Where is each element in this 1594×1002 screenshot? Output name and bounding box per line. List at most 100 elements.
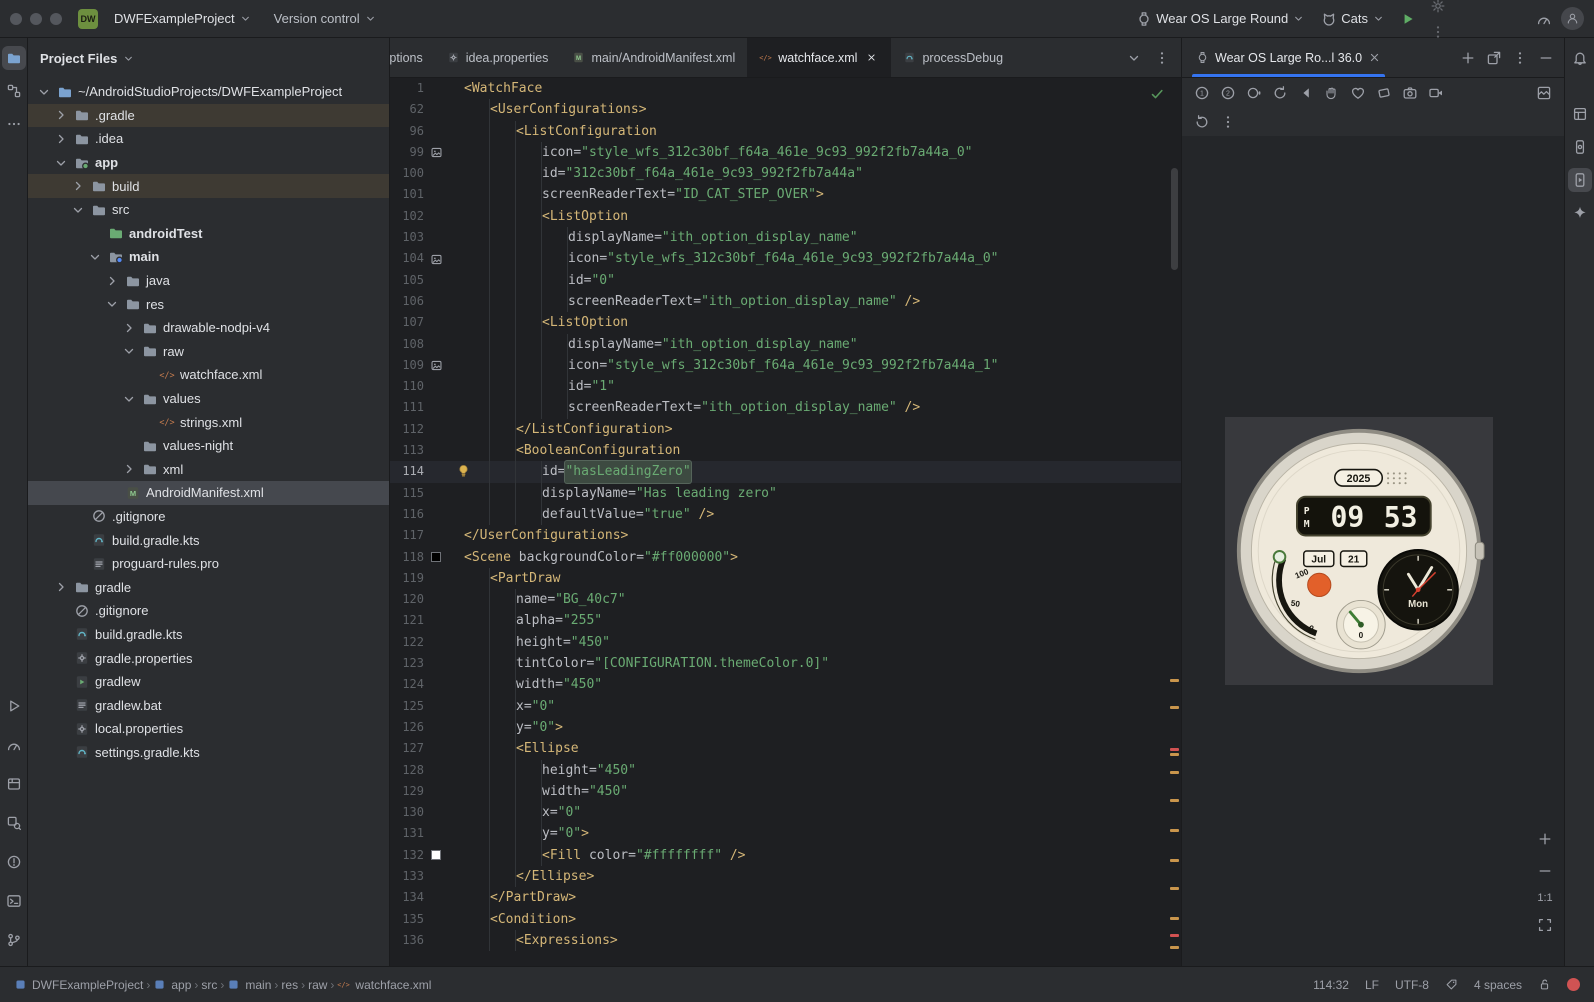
tree-item-gradlew[interactable]: gradlew (28, 670, 389, 694)
chevron-down-icon[interactable] (121, 343, 137, 359)
chevron-down-icon[interactable] (53, 155, 69, 171)
stripe-mark[interactable] (1170, 829, 1179, 832)
close-tab-button[interactable] (863, 50, 879, 66)
tree-item-local-properties[interactable]: local.properties (28, 717, 389, 741)
chevron-right-icon[interactable] (121, 320, 137, 336)
code-line-134[interactable]: 134 </PartDraw> (390, 887, 1181, 909)
tree-item-gitignore[interactable]: .gitignore (28, 599, 389, 623)
tree-item-build-gradle-kts[interactable]: build.gradle.kts (28, 528, 389, 552)
code-line-114[interactable]: 114 id = "hasLeadingZero" (390, 461, 1181, 483)
chevron-down-icon[interactable] (70, 202, 86, 218)
stripe-mark[interactable] (1170, 748, 1179, 751)
error-indicator[interactable] (1567, 978, 1580, 991)
more-horizontal-tool-button[interactable] (2, 112, 26, 136)
tree-item-java[interactable]: java (28, 269, 389, 293)
code-line-119[interactable]: 119 <PartDraw (390, 567, 1181, 590)
button-2-button[interactable]: 2 (1216, 81, 1240, 105)
breadcrumb-item-watchface-xml[interactable]: </> watchface.xml (337, 978, 432, 992)
run-configuration-selector[interactable]: Cats (1315, 8, 1391, 30)
lock-open-icon[interactable] (1538, 978, 1551, 991)
play-outline-tool-button[interactable] (2, 694, 26, 718)
code-line-96[interactable]: 96 <ListConfiguration (390, 120, 1181, 142)
close-icon[interactable] (1368, 51, 1381, 64)
code-line-113[interactable]: 113 <BooleanConfiguration (390, 440, 1181, 462)
version-control-tool-button[interactable] (2, 928, 26, 952)
tree-item-src[interactable]: src (28, 198, 389, 222)
code-line-62[interactable]: 62 <UserConfigurations> (390, 99, 1181, 121)
screen-record-button[interactable] (1424, 81, 1448, 105)
code-line-115[interactable]: 115 displayName = "Has leading zero" (390, 482, 1181, 504)
hide-panel-button[interactable] (1534, 46, 1558, 70)
tree-item-settings-gradle-kts[interactable]: settings.gradle.kts (28, 741, 389, 765)
tab-watchface-xml[interactable]: </> watchface.xml (747, 38, 892, 77)
tree-item-gradle-properties[interactable]: gradle.properties (28, 646, 389, 670)
terminal-tool-button[interactable] (2, 889, 26, 913)
code-line-121[interactable]: 121 alpha = "255" (390, 610, 1181, 632)
code-line-106[interactable]: 106 screenReaderText = "ith_option_display_… (390, 290, 1181, 313)
device-screen[interactable]: 2025 P M 09 53 100 50 0 Jul 21 Mon 0 (1225, 417, 1493, 685)
code-line-135[interactable]: 135 <Condition> (390, 908, 1181, 930)
tree-item-gradlew-bat[interactable]: gradlew.bat (28, 693, 389, 717)
chevron-right-icon[interactable] (53, 107, 69, 123)
device-tab[interactable]: Wear OS Large Ro...l 36.0 (1192, 38, 1386, 77)
open-in-window-button[interactable] (1482, 46, 1506, 70)
code-line-123[interactable]: 123 tintColor = "[CONFIGURATION.themeColor.… (390, 653, 1181, 675)
device-selector[interactable]: Wear OS Large Round (1130, 8, 1311, 30)
camera-button[interactable] (1398, 81, 1422, 105)
structure-tool-button[interactable] (2, 79, 26, 103)
code-line-127[interactable]: 127 <Ellipse (390, 738, 1181, 760)
tree-item-build-gradle-kts[interactable]: build.gradle.kts (28, 623, 389, 647)
tree-item-gradle[interactable]: .gradle (28, 103, 389, 128)
gemini-sparkle-tool-button[interactable] (1568, 201, 1592, 225)
editor-scrollbar[interactable] (1171, 168, 1178, 270)
profiler-gauge-button[interactable] (1531, 6, 1557, 32)
line-separator[interactable]: LF (1365, 978, 1379, 992)
breadcrumb-item-app[interactable]: app (153, 978, 191, 992)
breadcrumb-item-main[interactable]: main (227, 978, 271, 992)
code-line-118[interactable]: 118 <Scene backgroundColor = "#ff000000" > (390, 547, 1181, 568)
code-line-112[interactable]: 112 </ListConfiguration> (390, 418, 1181, 441)
running-devices-tool-button[interactable] (1567, 168, 1592, 192)
crown-button[interactable] (1242, 81, 1266, 105)
stripe-mark[interactable] (1170, 706, 1179, 709)
tab-idea-properties[interactable]: idea.properties (435, 38, 561, 77)
tree-item-strings-xml[interactable]: </> strings.xml (28, 410, 389, 434)
stripe-mark[interactable] (1170, 946, 1179, 949)
device-manager-tool-button[interactable] (1568, 135, 1592, 159)
palm-button[interactable] (1320, 81, 1344, 105)
indent-setting[interactable]: 4 spaces (1474, 978, 1522, 992)
tree-item-drawable-nodpi-v4[interactable]: drawable-nodpi-v4 (28, 316, 389, 340)
reset-button[interactable] (1190, 110, 1214, 134)
caret-position[interactable]: 114:32 (1313, 978, 1349, 992)
tree-item-app[interactable]: app (28, 151, 389, 175)
code-line-116[interactable]: 116 defaultValue = "true" /> (390, 503, 1181, 526)
tag-icon[interactable] (1445, 978, 1458, 991)
inspections-ok-icon[interactable] (1149, 86, 1165, 102)
tree-item-androidmanifest-xml[interactable]: M AndroidManifest.xml (28, 481, 389, 505)
tree-item-raw[interactable]: raw (28, 340, 389, 364)
tree-item-androidstudioprojects-dwfexampleproject[interactable]: ~/AndroidStudioProjects/DWFExampleProjec… (28, 80, 389, 104)
color-swatch[interactable] (431, 850, 441, 861)
code-line-111[interactable]: 111 screenReaderText = "ith_option_display_… (390, 397, 1181, 419)
tree-item-values[interactable]: values (28, 387, 389, 411)
layout-inspector-tool-button[interactable] (1568, 102, 1592, 126)
version-control-menu[interactable]: Version control (268, 8, 383, 29)
tree-item-main[interactable]: main (28, 245, 389, 269)
code-line-124[interactable]: 124 width = "450" (390, 674, 1181, 696)
run-button[interactable] (1395, 6, 1421, 32)
code-editor[interactable]: 1 <WatchFace 62 <UserConfigurations> 96 <List… (390, 78, 1181, 966)
rotate-button[interactable] (1268, 81, 1292, 105)
code-line-130[interactable]: 130 x = "0" (390, 802, 1181, 824)
tree-item-idea[interactable]: .idea (28, 127, 389, 151)
build-settings-button[interactable] (1425, 0, 1451, 19)
chevron-down-icon[interactable] (36, 84, 52, 100)
code-line-103[interactable]: 103 displayName = "ith_option_display_name" (390, 227, 1181, 249)
tab-moptions[interactable]: moptions (390, 38, 435, 77)
zoom-in-button[interactable] (1534, 828, 1556, 850)
code-line-108[interactable]: 108 displayName = "ith_option_display_name" (390, 333, 1181, 355)
profiler-gauge-tool-button[interactable] (2, 733, 26, 757)
tilt-button[interactable] (1372, 81, 1396, 105)
device-explorer-tool-button[interactable] (2, 772, 26, 796)
code-line-100[interactable]: 100 id = "312c30bf_f64a_461e_9c93_992f2fb7a… (390, 163, 1181, 185)
hidden-tabs-button[interactable] (1121, 45, 1147, 71)
